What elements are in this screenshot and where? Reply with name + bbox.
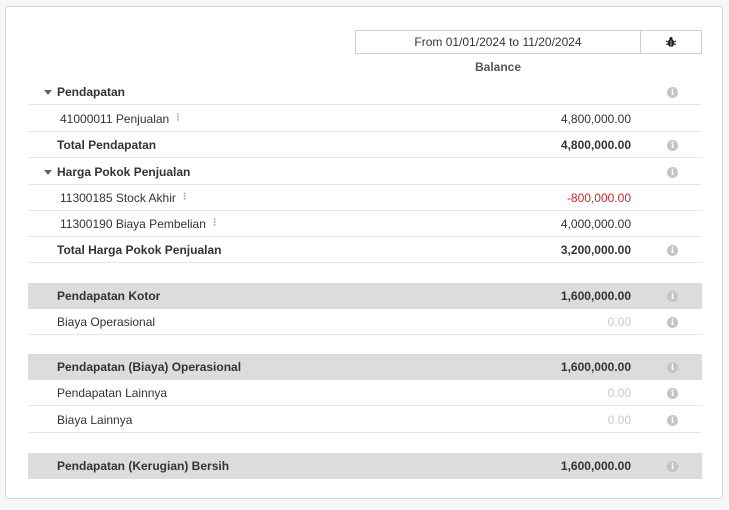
total-label: Total Harga Pokok Penjualan (57, 242, 222, 257)
account-label[interactable]: 11300190 Biaya Pembelian (60, 217, 206, 231)
caret-down-icon[interactable] (44, 170, 52, 175)
bug-icon (665, 37, 677, 47)
account-label[interactable]: 41000011 Penjualan (60, 112, 169, 126)
row-value: 0.00 (607, 412, 631, 427)
more-options-icon[interactable]: ⁝ (176, 113, 180, 124)
account-label[interactable]: 11300185 Stock Akhir (60, 191, 176, 205)
row-biaya-lainnya: Biaya Lainnya 0.00 i (28, 407, 702, 433)
summary-row-bersih: Pendapatan (Kerugian) Bersih 1,600,000.0… (28, 453, 702, 479)
account-value: -800,000.00 (566, 190, 631, 205)
summary-value: 1,600,000.00 (560, 289, 631, 303)
total-value: 3,200,000.00 (560, 242, 631, 257)
total-row-pendapatan: Total Pendapatan 4,800,000.00 i (28, 132, 702, 158)
row-label: Biaya Lainnya (57, 412, 133, 427)
summary-row-pendapatan-kotor: Pendapatan Kotor 1,600,000.00 i (28, 283, 702, 309)
row-biaya-operasional: Biaya Operasional 0.00 i (28, 309, 702, 335)
account-row-penjualan[interactable]: 41000011 Penjualan ⁝ 4,800,000.00 (28, 106, 702, 132)
info-icon[interactable]: i (667, 461, 678, 472)
row-value: 0.00 (607, 314, 631, 329)
section-pendapatan[interactable]: Pendapatan i (28, 79, 702, 105)
total-row-hpp: Total Harga Pokok Penjualan 3,200,000.00… (28, 237, 702, 263)
balance-column-header: Balance (474, 60, 522, 74)
summary-row-pendapatan-operasional: Pendapatan (Biaya) Operasional 1,600,000… (28, 354, 702, 380)
period-header: From 01/01/2024 to 11/20/2024 (355, 30, 641, 54)
caret-down-icon[interactable] (44, 90, 52, 95)
account-row-stock-akhir[interactable]: 11300185 Stock Akhir ⁝ -800,000.00 (28, 185, 702, 211)
account-value: 4,800,000.00 (560, 111, 631, 126)
info-icon[interactable]: i (667, 245, 678, 256)
info-icon[interactable]: i (667, 415, 678, 426)
info-icon[interactable]: i (667, 388, 678, 399)
summary-label: Pendapatan (Kerugian) Bersih (57, 459, 230, 473)
total-label: Total Pendapatan (57, 137, 157, 152)
row-pendapatan-lainnya: Pendapatan Lainnya 0.00 i (28, 380, 702, 406)
row-label: Biaya Operasional (57, 314, 156, 329)
more-options-icon[interactable]: ⁝ (213, 218, 217, 229)
summary-value: 1,600,000.00 (560, 459, 631, 473)
account-row-biaya-pembelian[interactable]: 11300190 Biaya Pembelian ⁝ 4,000,000.00 (28, 211, 702, 237)
section-label: Pendapatan (57, 84, 126, 99)
section-label: Harga Pokok Penjualan (57, 164, 191, 179)
account-value: 4,000,000.00 (560, 216, 631, 231)
more-options-icon[interactable]: ⁝ (183, 192, 187, 203)
info-icon[interactable]: i (667, 362, 678, 373)
info-icon[interactable]: i (667, 140, 678, 151)
summary-value: 1,600,000.00 (560, 360, 631, 374)
info-icon[interactable]: i (667, 291, 678, 302)
row-value: 0.00 (607, 385, 631, 400)
row-label: Pendapatan Lainnya (57, 385, 168, 400)
debug-button[interactable] (640, 30, 702, 54)
info-icon[interactable]: i (667, 317, 678, 328)
total-value: 4,800,000.00 (560, 137, 631, 152)
info-icon[interactable]: i (667, 167, 678, 178)
summary-label: Pendapatan Kotor (57, 289, 161, 303)
section-hpp[interactable]: Harga Pokok Penjualan i (28, 159, 702, 185)
info-icon[interactable]: i (667, 87, 678, 98)
summary-label: Pendapatan (Biaya) Operasional (57, 360, 242, 374)
